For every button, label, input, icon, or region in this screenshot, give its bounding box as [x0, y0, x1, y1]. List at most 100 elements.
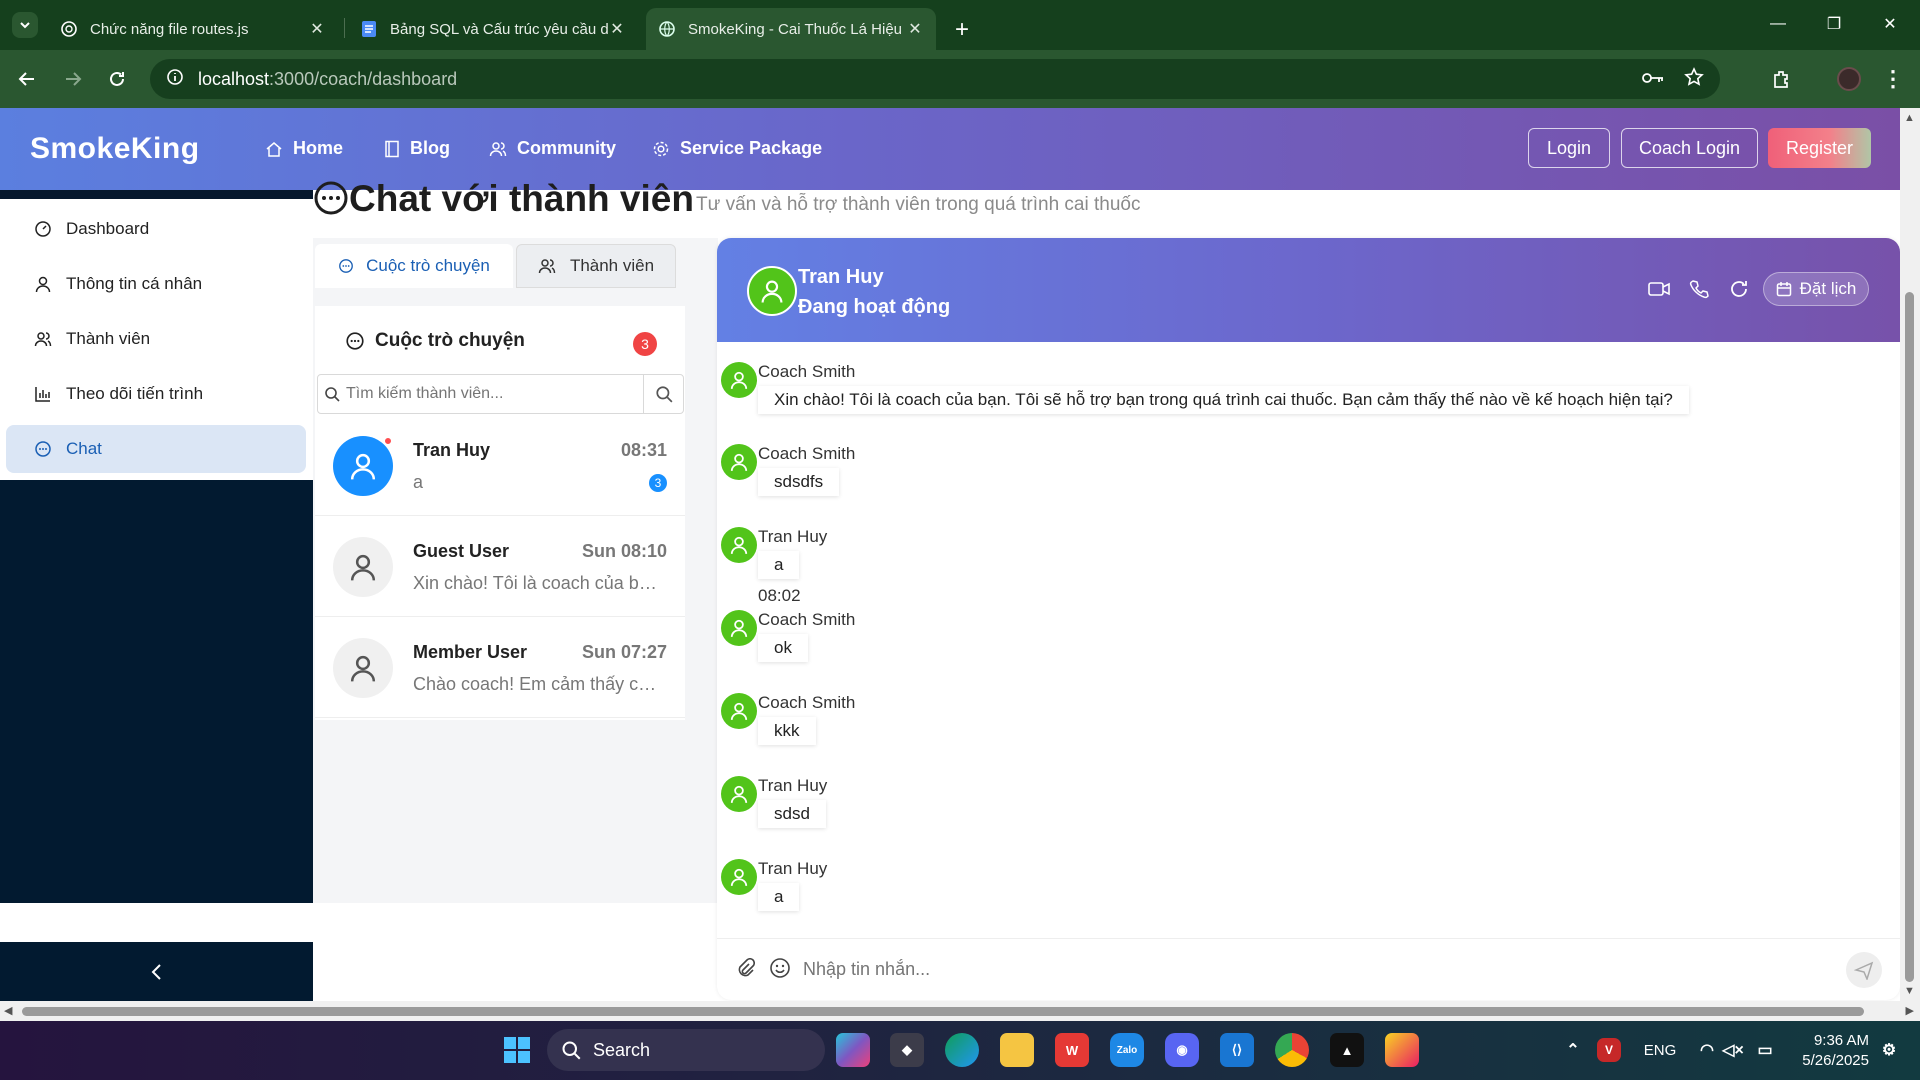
back-button[interactable] [14, 66, 40, 92]
user-icon [730, 785, 748, 803]
avatar [721, 859, 757, 895]
nav-service-package[interactable]: Service Package [652, 138, 822, 159]
avatar [333, 537, 393, 597]
chat-header: Tran Huy Đang hoạt động Đặt lịch [717, 238, 1900, 342]
sidebar-item-profile[interactable]: Thông tin cá nhân [6, 260, 306, 308]
taskbar-search[interactable]: Search [547, 1029, 825, 1071]
browser-tab-smokeking[interactable]: SmokeKing - Cai Thuốc Lá Hiệu Quả ✕ [646, 8, 936, 50]
conversation-preview: a [413, 472, 424, 492]
message-icon [339, 259, 353, 273]
chevron-up-icon[interactable]: ⌃ [1556, 1033, 1590, 1067]
app-icon[interactable] [1385, 1033, 1419, 1067]
browser-tab-sql[interactable]: Bảng SQL và Cấu trúc yêu cầu dự án ✕ [348, 8, 638, 50]
brand-logo[interactable]: SmokeKing [30, 132, 200, 166]
page-title: Chat với thành viên [349, 178, 694, 219]
tab-members[interactable]: Thành viên [516, 244, 676, 288]
copilot-icon[interactable] [836, 1033, 870, 1067]
message-bubble: sdsd [758, 800, 826, 828]
system-clock[interactable]: 9:36 AM 5/26/2025 [1793, 1031, 1869, 1071]
chatgpt-icon [60, 20, 78, 38]
dashboard-icon [35, 221, 51, 237]
scrollbar-thumb[interactable] [22, 1007, 1864, 1016]
app-cube-icon[interactable]: ◆ [890, 1033, 924, 1067]
vpn-icon[interactable]: V [1597, 1038, 1621, 1062]
mute-icon[interactable]: ◁× [1716, 1033, 1750, 1067]
minimize-button[interactable]: — [1750, 0, 1806, 48]
sidebar-item-progress[interactable]: Theo dõi tiến trình [6, 370, 306, 418]
message-bubble: sdsdfs [758, 468, 840, 496]
vscode-icon[interactable]: ⟨⟩ [1220, 1033, 1254, 1067]
avatar [721, 693, 757, 729]
conversation-panel-title: Cuộc trò chuyện [375, 330, 525, 351]
message-bubble: a [758, 551, 800, 579]
battery-icon[interactable]: ▭ [1748, 1033, 1782, 1067]
refresh-icon[interactable] [1726, 276, 1752, 302]
vertical-scrollbar[interactable]: ▲ ▼ [1900, 108, 1920, 1001]
notifications-icon[interactable]: ⚙ [1872, 1033, 1906, 1067]
coach-sidebar: Dashboard Thông tin cá nhân Thành viên T… [0, 190, 313, 480]
send-button[interactable] [1846, 951, 1882, 988]
sidebar-background [0, 480, 313, 903]
edge-icon[interactable] [945, 1033, 979, 1067]
conversation-item[interactable]: Tran Huy 08:31 a 3 [315, 416, 685, 516]
search-button[interactable] [643, 374, 683, 414]
login-button[interactable]: Login [1528, 128, 1610, 168]
conversation-item[interactable]: Guest User Sun 08:10 Xin chào! Tôi là co… [315, 517, 685, 617]
tab-label: Thành viên [569, 256, 655, 275]
language-indicator[interactable]: ENG [1640, 1033, 1680, 1067]
profile-avatar[interactable] [1836, 66, 1862, 92]
windows-start-icon[interactable] [500, 1033, 534, 1067]
user-icon [761, 280, 783, 303]
extensions-icon[interactable] [1768, 66, 1794, 92]
video-call-icon[interactable] [1646, 276, 1672, 302]
site-info-icon[interactable] [166, 68, 184, 91]
address-bar[interactable]: localhost:3000/coach/dashboard [150, 59, 1720, 99]
attachment-icon[interactable] [735, 957, 756, 981]
close-window-button[interactable]: ✕ [1862, 0, 1918, 48]
close-icon[interactable]: ✕ [906, 19, 924, 39]
zalo-icon[interactable]: Zalo [1110, 1033, 1144, 1067]
emoji-icon[interactable] [769, 957, 791, 982]
menu-kebab-icon[interactable]: ⋮ [1880, 66, 1906, 92]
tab-title: Chức năng file routes.js [90, 20, 249, 38]
message-input[interactable] [803, 959, 1846, 980]
calendar-icon [1776, 282, 1791, 297]
chat-contact-status: Đang hoạt động [798, 296, 951, 318]
nav-community[interactable]: Community [489, 138, 616, 159]
close-icon[interactable]: ✕ [308, 19, 326, 39]
sidebar-collapse-button[interactable] [0, 942, 313, 1002]
conversation-item[interactable]: Member User Sun 07:27 Chào coach! Em cảm… [315, 618, 685, 718]
close-icon[interactable]: ✕ [608, 19, 626, 39]
scrollbar-thumb[interactable] [1905, 292, 1914, 982]
password-key-icon[interactable] [1642, 69, 1664, 90]
chrome-icon[interactable] [1275, 1033, 1309, 1067]
sidebar-item-chat[interactable]: Chat [6, 425, 306, 473]
user-icon [350, 655, 376, 682]
message-bubble: kkk [758, 717, 816, 745]
avatar [721, 527, 757, 563]
reload-button[interactable] [104, 66, 130, 92]
sidebar-item-members[interactable]: Thành viên [6, 315, 306, 363]
wps-icon[interactable]: W [1055, 1033, 1089, 1067]
register-button[interactable]: Register [1768, 128, 1871, 168]
horizontal-scrollbar[interactable]: ◀ ▶ [0, 1001, 1920, 1021]
message-sender: Tran Huy [758, 527, 828, 546]
bookmark-star-icon[interactable] [1684, 66, 1704, 92]
search-input[interactable] [346, 385, 643, 403]
file-explorer-icon[interactable] [1000, 1033, 1034, 1067]
book-appointment-button[interactable]: Đặt lịch [1763, 272, 1869, 306]
sidebar-item-dashboard[interactable]: Dashboard [6, 205, 306, 253]
new-tab-button[interactable]: + [948, 6, 976, 54]
cursor-app-icon[interactable]: ▲ [1330, 1033, 1364, 1067]
nav-blog[interactable]: Blog [384, 138, 450, 159]
coach-login-button[interactable]: Coach Login [1621, 128, 1758, 168]
nav-home[interactable]: Home [265, 138, 343, 159]
restore-button[interactable]: ❐ [1806, 0, 1862, 48]
discord-icon[interactable]: ◉ [1165, 1033, 1199, 1067]
message-composer [717, 938, 1900, 1000]
browser-tab-routes[interactable]: Chức năng file routes.js ✕ [48, 8, 338, 50]
tab-conversations[interactable]: Cuộc trò chuyện [315, 244, 513, 288]
tab-search-button[interactable] [12, 12, 38, 38]
forward-button[interactable] [60, 66, 86, 92]
phone-icon[interactable] [1686, 276, 1712, 302]
